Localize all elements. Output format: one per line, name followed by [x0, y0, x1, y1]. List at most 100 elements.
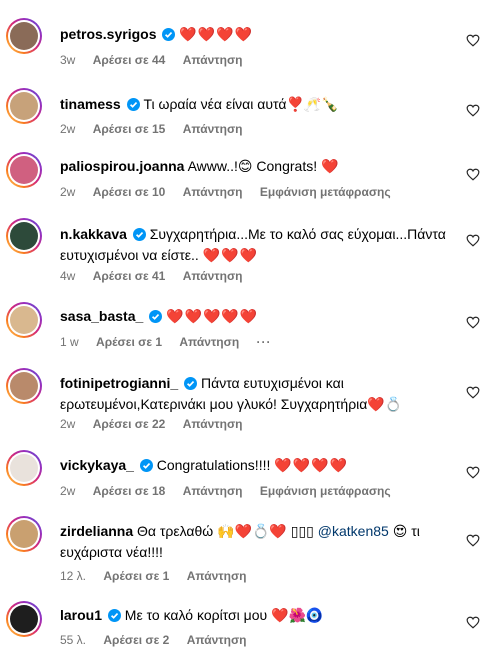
heart-outline-icon[interactable]	[466, 234, 480, 247]
comment-emoji: ❤️🌺🧿	[271, 607, 324, 623]
comment-body: paliospirou.joanna Awww..!😊 Congrats! ❤️	[60, 156, 452, 177]
comment-text: Τι ωραία νέα είναι αυτά	[143, 96, 287, 112]
comment-time: 1 w	[60, 335, 79, 349]
username[interactable]: sasa_basta_	[60, 308, 143, 324]
comment-meta: 2w Αρέσει σε 10 Απάντηση Εμφάνιση μετάφρ…	[60, 185, 405, 199]
likes-count[interactable]: Αρέσει σε 10	[93, 185, 166, 199]
comment-text: Με το καλό κορίτσι μου	[124, 607, 268, 623]
comment-meta: 55 λ. Αρέσει σε 2 Απάντηση	[60, 633, 261, 647]
username[interactable]: n.kakkava	[60, 226, 127, 242]
username[interactable]: paliospirou.joanna	[60, 158, 184, 174]
reply-button[interactable]: Απάντηση	[183, 417, 243, 431]
likes-count[interactable]: Αρέσει σε 22	[93, 417, 166, 431]
comment-time: 2w	[60, 417, 76, 431]
more-options-icon[interactable]: ···	[257, 335, 272, 349]
heart-outline-icon[interactable]	[466, 168, 480, 181]
comment-emoji: ❣️🥂🍾	[286, 96, 339, 112]
comment-emoji: 😊	[237, 158, 253, 174]
username[interactable]: larou1	[60, 607, 102, 623]
reply-button[interactable]: Απάντηση	[183, 53, 243, 67]
comment-emoji-2: ❤️	[321, 158, 340, 174]
reply-button[interactable]: Απάντηση	[187, 569, 247, 583]
heart-outline-icon[interactable]	[466, 104, 480, 117]
heart-outline-icon[interactable]	[466, 316, 480, 329]
avatar[interactable]	[6, 601, 42, 637]
comment-emoji: ❤️❤️❤️❤️	[274, 457, 348, 473]
comment-emoji: ❤️❤️❤️❤️❤️	[166, 308, 259, 324]
verified-icon	[184, 377, 198, 390]
comment-text: Congratulations!!!!	[156, 457, 271, 473]
reply-button[interactable]: Απάντηση	[183, 269, 243, 283]
comment-text: Θα τρελαθώ	[137, 523, 214, 539]
comment-emoji: 🙌❤️💍❤️	[217, 523, 287, 539]
comment-emoji-2: 😍	[392, 523, 408, 539]
heart-outline-icon[interactable]	[466, 616, 480, 629]
comment-body: tinamess Τι ωραία νέα είναι αυτά❣️🥂🍾	[60, 94, 452, 115]
heart-outline-icon[interactable]	[466, 534, 480, 547]
likes-count[interactable]: Αρέσει σε 41	[93, 269, 166, 283]
reply-button[interactable]: Απάντηση	[183, 122, 243, 136]
heart-outline-icon[interactable]	[466, 34, 480, 47]
avatar[interactable]	[6, 152, 42, 188]
avatar[interactable]	[6, 368, 42, 404]
reply-button[interactable]: Απάντηση	[183, 484, 243, 498]
username[interactable]: zirdelianna	[60, 523, 133, 539]
username[interactable]: tinamess	[60, 96, 121, 112]
comment-meta: 1 w Αρέσει σε 1 Απάντηση ···	[60, 335, 286, 349]
comment-meta: 12 λ. Αρέσει σε 1 Απάντηση	[60, 569, 261, 583]
heart-outline-icon[interactable]	[466, 466, 480, 479]
likes-count[interactable]: Αρέσει σε 1	[96, 335, 162, 349]
likes-count[interactable]: Αρέσει σε 15	[93, 122, 166, 136]
verified-icon	[139, 459, 153, 472]
comment-time: 4w	[60, 269, 76, 283]
comment-meta: 2w Αρέσει σε 15 Απάντηση	[60, 122, 257, 136]
see-translation-button[interactable]: Εμφάνιση μετάφρασης	[260, 484, 391, 498]
verified-icon	[132, 228, 146, 241]
mention-link[interactable]: @katken85	[318, 523, 389, 539]
verified-icon	[149, 310, 163, 323]
username[interactable]: fotinipetrogianni_	[60, 375, 178, 391]
avatar[interactable]	[6, 88, 42, 124]
verified-icon	[107, 609, 121, 622]
likes-count[interactable]: Αρέσει σε 18	[93, 484, 166, 498]
username[interactable]: petros.syrigos	[60, 26, 156, 42]
comment-time: 3w	[60, 53, 76, 67]
avatar[interactable]	[6, 18, 42, 54]
verified-icon	[162, 28, 176, 41]
comment-meta: 2w Αρέσει σε 18 Απάντηση Εμφάνιση μετάφρ…	[60, 484, 405, 498]
comment-time: 2w	[60, 122, 76, 136]
comment-meta: 2w Αρέσει σε 22 Απάντηση	[60, 417, 257, 431]
comment-text: Awww..!	[187, 158, 238, 174]
comment-meta: 4w Αρέσει σε 41 Απάντηση	[60, 269, 257, 283]
comment-time: 2w	[60, 185, 76, 199]
likes-count[interactable]: Αρέσει σε 44	[93, 53, 166, 67]
comment-body: petros.syrigos ❤️❤️❤️❤️	[60, 24, 452, 45]
comment-emoji: ❤️💍	[367, 396, 403, 412]
verified-icon	[126, 98, 140, 111]
comment-emoji: ❤️❤️❤️❤️	[179, 26, 253, 42]
username[interactable]: vickykaya_	[60, 457, 134, 473]
comment-meta: 3w Αρέσει σε 44 Απάντηση	[60, 53, 257, 67]
unsupported-glyphs: ▯▯▯	[290, 523, 314, 539]
avatar[interactable]	[6, 516, 42, 552]
see-translation-button[interactable]: Εμφάνιση μετάφρασης	[260, 185, 391, 199]
comment-body: fotinipetrogianni_ Πάντα ευτυχισμένοι κα…	[60, 373, 440, 415]
comment-body: vickykaya_ Congratulations!!!! ❤️❤️❤️❤️	[60, 455, 452, 476]
comment-time: 12 λ.	[60, 569, 87, 583]
reply-button[interactable]: Απάντηση	[187, 633, 247, 647]
heart-outline-icon[interactable]	[466, 386, 480, 399]
likes-count[interactable]: Αρέσει σε 1	[103, 569, 169, 583]
comment-emoji: ❤️❤️❤️	[202, 247, 258, 263]
reply-button[interactable]: Απάντηση	[179, 335, 239, 349]
comment-body: larou1 Με το καλό κορίτσι μου ❤️🌺🧿	[60, 605, 452, 626]
comment-body: sasa_basta_ ❤️❤️❤️❤️❤️	[60, 306, 452, 327]
avatar[interactable]	[6, 302, 42, 338]
likes-count[interactable]: Αρέσει σε 2	[103, 633, 169, 647]
comment-body: zirdelianna Θα τρελαθώ 🙌❤️💍❤️ ▯▯▯ @katke…	[60, 521, 450, 563]
comment-body: n.kakkava Συγχαρητήρια...Με το καλό σας …	[60, 224, 460, 266]
reply-button[interactable]: Απάντηση	[183, 185, 243, 199]
avatar[interactable]	[6, 218, 42, 254]
comment-text-2: Congrats!	[252, 158, 321, 174]
comment-time: 55 λ.	[60, 633, 87, 647]
avatar[interactable]	[6, 450, 42, 486]
